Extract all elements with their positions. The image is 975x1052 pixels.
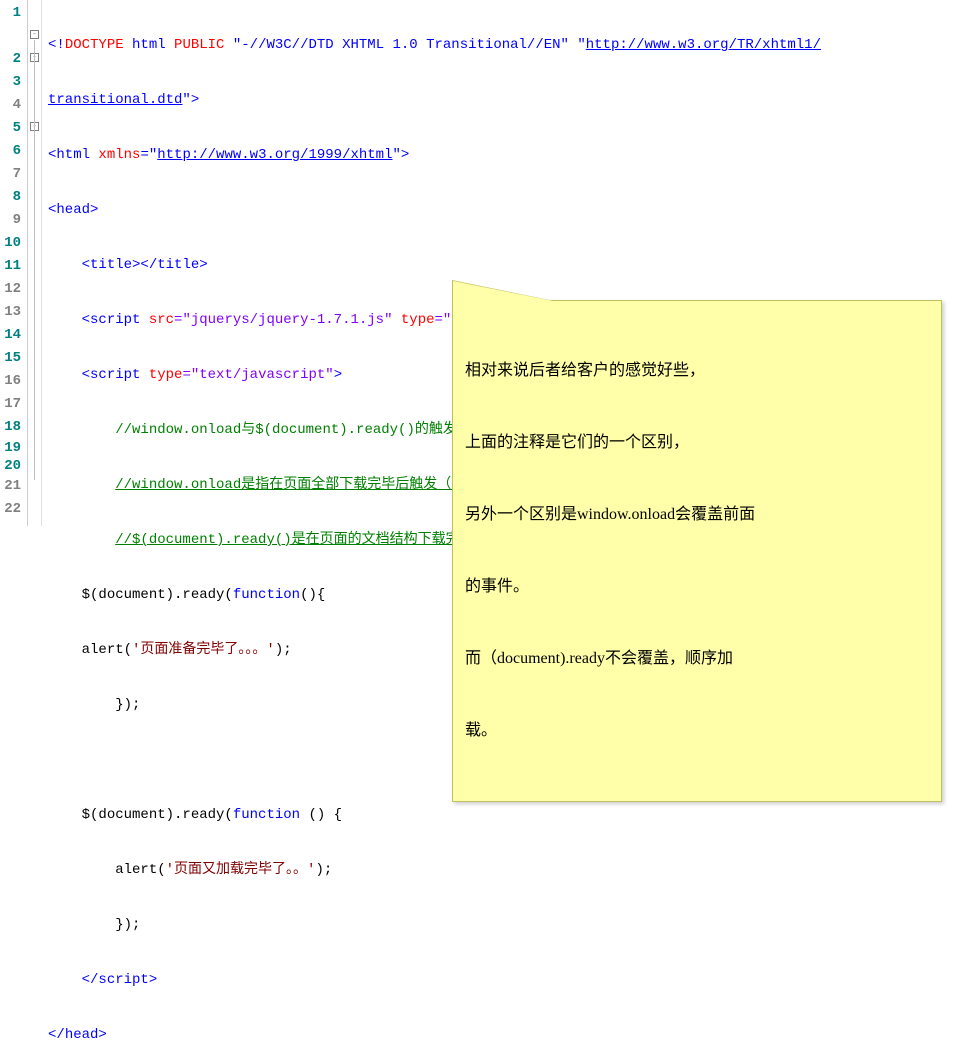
note-line: 另外一个区别是window.onload会覆盖前面 — [465, 503, 929, 527]
line-number: 21 — [2, 475, 21, 498]
line-number: 4 — [2, 94, 21, 117]
code-area[interactable]: <!DOCTYPE html PUBLIC "-//W3C//DTD XHTML… — [42, 0, 975, 526]
line-number: 17 — [2, 393, 21, 416]
note-line: 载。 — [465, 719, 929, 743]
fold-guide — [34, 40, 35, 480]
line-number: 14 — [2, 324, 21, 347]
fold-toggle[interactable]: - — [30, 30, 39, 39]
code-line: <title></title> — [48, 254, 975, 277]
code-line: $(document).ready(function () { — [48, 804, 975, 827]
sticky-note[interactable]: 相对来说后者给客户的感觉好些， 上面的注释是它们的一个区别， 另外一个区别是wi… — [452, 300, 942, 802]
line-number: 1 — [2, 2, 21, 25]
code-editor: 1 2 3 4 5 6 7 8 9 10 11 12 13 14 15 16 1… — [0, 0, 975, 526]
line-number: 15 — [2, 347, 21, 370]
line-number: 11 — [2, 255, 21, 278]
code-line: </head> — [48, 1024, 975, 1047]
line-number: 19 — [2, 439, 21, 457]
code-line: </script> — [48, 969, 975, 992]
code-line: <!DOCTYPE html PUBLIC "-//W3C//DTD XHTML… — [48, 34, 975, 57]
line-number — [2, 25, 21, 48]
note-line: 相对来说后者给客户的感觉好些， — [465, 359, 929, 383]
fold-column: - - - — [28, 0, 42, 526]
line-gutter: 1 2 3 4 5 6 7 8 9 10 11 12 13 14 15 16 1… — [0, 0, 28, 526]
line-number: 2 — [2, 48, 21, 71]
line-number: 22 — [2, 498, 21, 521]
code-line: <head> — [48, 199, 975, 222]
note-line: 的事件。 — [465, 575, 929, 599]
line-number: 10 — [2, 232, 21, 255]
line-number: 6 — [2, 140, 21, 163]
line-number: 16 — [2, 370, 21, 393]
note-line: 而（document).ready不会覆盖，顺序加 — [465, 647, 929, 671]
code-line: <html xmlns="http://www.w3.org/1999/xhtm… — [48, 144, 975, 167]
line-number: 12 — [2, 278, 21, 301]
line-number: 8 — [2, 186, 21, 209]
line-number: 3 — [2, 71, 21, 94]
line-number: 20 — [2, 457, 21, 475]
code-line: }); — [48, 914, 975, 937]
code-line: transitional.dtd"> — [48, 89, 975, 112]
note-line: 上面的注释是它们的一个区别， — [465, 431, 929, 455]
code-line: alert('页面又加载完毕了。。'); — [48, 859, 975, 882]
line-number: 13 — [2, 301, 21, 324]
line-number: 5 — [2, 117, 21, 140]
line-number: 7 — [2, 163, 21, 186]
line-number: 9 — [2, 209, 21, 232]
line-number: 18 — [2, 416, 21, 439]
